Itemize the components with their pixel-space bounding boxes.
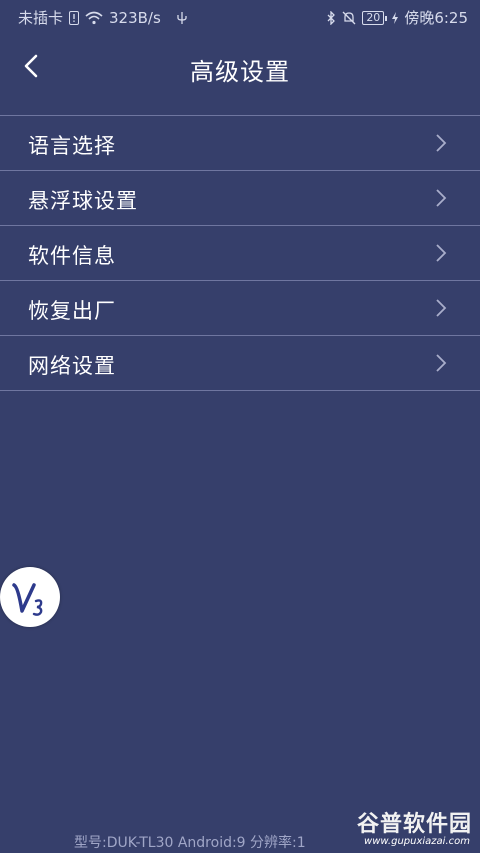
menu-item-network[interactable]: 网络设置 [0,336,480,391]
floating-ball-button[interactable] [0,567,60,627]
clock: 傍晚6:25 [404,9,468,27]
network-speed: 323B/s [109,8,161,27]
status-bar: 未插卡 323B/s 20 傍晚6:25 [0,0,480,34]
menu-item-label: 恢复出厂 [28,299,116,323]
usb-icon [177,11,187,24]
menu-item-label: 悬浮球设置 [28,189,138,213]
wifi-icon [85,11,103,24]
watermark: 谷普软件园 www.gupuxiazai.com [334,806,476,850]
menu-item-language[interactable]: 语言选择 [0,116,480,171]
watermark-url: www.gupuxiazai.com [364,836,470,847]
menu-item-floating-ball[interactable]: 悬浮球设置 [0,171,480,226]
chevron-right-icon [436,299,447,317]
mute-bell-icon [342,11,356,24]
app-logo-icon [12,583,43,616]
sim-alert-icon [69,10,80,25]
page-title: 高级设置 [190,58,290,86]
chevron-right-icon [436,134,447,152]
menu-item-label: 语言选择 [28,134,116,158]
bluetooth-icon [327,10,336,25]
menu-item-label: 网络设置 [28,354,116,378]
charging-icon [392,11,399,24]
chevron-right-icon [436,244,447,262]
chevron-right-icon [436,354,447,372]
menu-item-factory-reset[interactable]: 恢复出厂 [0,281,480,336]
settings-list: 语言选择 悬浮球设置 软件信息 恢复出厂 网络设置 [0,115,480,391]
carrier-text: 未插卡 [18,9,64,27]
menu-item-label: 软件信息 [28,244,116,268]
menu-item-software-info[interactable]: 软件信息 [0,226,480,281]
app-header: 高级设置 [0,34,480,104]
watermark-brand: 谷普软件园 [356,812,472,837]
battery-indicator: 20 [362,10,388,25]
chevron-right-icon [436,189,447,207]
